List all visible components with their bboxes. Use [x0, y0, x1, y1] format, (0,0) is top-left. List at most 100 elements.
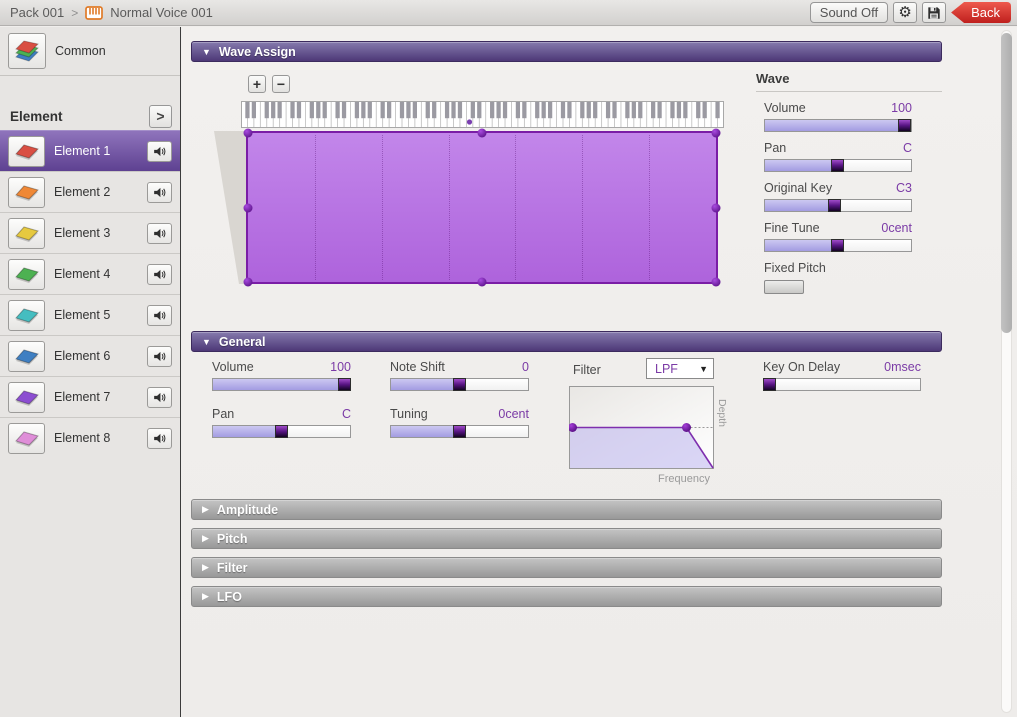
- back-button[interactable]: Back: [951, 2, 1011, 23]
- collapsed-section-bar[interactable]: ▶ Amplitude: [191, 499, 942, 520]
- slider-handle[interactable]: [453, 425, 466, 438]
- slider-handle[interactable]: [275, 425, 288, 438]
- zone-handle[interactable]: [244, 278, 253, 287]
- element-layer-icon[interactable]: [8, 300, 45, 331]
- speaker-button[interactable]: [147, 264, 172, 285]
- key-velocity-zone[interactable]: [246, 131, 718, 284]
- breadcrumb-pack[interactable]: Pack 001: [10, 5, 64, 20]
- save-icon: [927, 6, 941, 20]
- zone-handle[interactable]: [244, 203, 253, 212]
- speaker-button[interactable]: [147, 346, 172, 367]
- speaker-button[interactable]: [147, 141, 172, 162]
- element-layer-icon[interactable]: [8, 177, 45, 208]
- collapsed-section-bar[interactable]: ▶ LFO: [191, 586, 942, 607]
- sidebar-item-common[interactable]: Common: [0, 27, 180, 75]
- sidebar-item-element[interactable]: Element 5: [0, 294, 180, 335]
- element-layer-icon[interactable]: [8, 218, 45, 249]
- element-label: Element 6: [54, 349, 138, 363]
- zone-handle[interactable]: [478, 278, 487, 287]
- zone-handle[interactable]: [712, 129, 721, 138]
- common-label: Common: [55, 44, 180, 58]
- param-slider[interactable]: [764, 199, 912, 212]
- sidebar-item-element[interactable]: Element 7: [0, 376, 180, 417]
- slider-handle[interactable]: [831, 159, 844, 172]
- element-layer-icon[interactable]: [8, 341, 45, 372]
- breadcrumb-voice-name: Normal Voice 001: [110, 5, 213, 20]
- keyboard-voice-icon: [85, 6, 103, 20]
- collapse-closed-icon: ▶: [202, 591, 209, 602]
- slider-handle[interactable]: [453, 378, 466, 391]
- sidebar-item-element[interactable]: Element 3: [0, 212, 180, 253]
- collapsed-section-bar[interactable]: ▶ Pitch: [191, 528, 942, 549]
- element-layer-icon[interactable]: [8, 423, 45, 454]
- note-shift-slider[interactable]: [390, 378, 529, 391]
- speaker-button[interactable]: [147, 223, 172, 244]
- speaker-button[interactable]: [147, 428, 172, 449]
- chevron-down-icon: ▼: [699, 364, 708, 374]
- element-header-label: Element: [10, 109, 63, 124]
- sidebar-item-element[interactable]: Element 1: [0, 130, 180, 171]
- section-bar-wave-assign[interactable]: ▼ Wave Assign: [191, 41, 942, 62]
- sidebar-divider: [0, 75, 180, 76]
- sidebar-item-element[interactable]: Element 4: [0, 253, 180, 294]
- speaker-button[interactable]: [147, 182, 172, 203]
- general-tuning: Tuning 0cent: [390, 407, 529, 438]
- zoom-out-button[interactable]: −: [272, 75, 290, 93]
- speaker-icon: [152, 185, 168, 200]
- element-label: Element 5: [54, 308, 138, 322]
- sound-off-button[interactable]: Sound Off: [810, 2, 888, 23]
- zone-handle[interactable]: [244, 129, 253, 138]
- pan-slider[interactable]: [212, 425, 351, 438]
- zone-handle[interactable]: [478, 129, 487, 138]
- scrollbar-thumb[interactable]: [1001, 33, 1012, 333]
- slider-handle[interactable]: [828, 199, 841, 212]
- collapse-closed-icon: ▶: [202, 562, 209, 573]
- param-label: Note Shift: [390, 360, 445, 374]
- speaker-button[interactable]: [147, 387, 172, 408]
- element-expand-button[interactable]: >: [149, 105, 172, 128]
- section-bar-general[interactable]: ▼ General: [191, 331, 942, 352]
- element-layer-icon[interactable]: [8, 259, 45, 290]
- filter-response-graph[interactable]: [569, 386, 714, 469]
- sidebar-item-element[interactable]: Element 2: [0, 171, 180, 212]
- param-slider[interactable]: [764, 159, 912, 172]
- sidebar-item-element[interactable]: Element 6: [0, 335, 180, 376]
- param-label: Fine Tune: [764, 221, 820, 235]
- speaker-icon: [152, 226, 168, 241]
- param-slider[interactable]: [764, 119, 912, 132]
- minus-icon: −: [277, 76, 285, 92]
- fixed-pitch-toggle[interactable]: [764, 280, 804, 294]
- collapsed-section-bar[interactable]: ▶ Filter: [191, 557, 942, 578]
- common-layers-icon[interactable]: [8, 33, 46, 69]
- general-key-on-delay: Key On Delay 0msec: [763, 360, 921, 391]
- settings-button[interactable]: ⚙: [893, 2, 917, 23]
- zone-handle[interactable]: [712, 203, 721, 212]
- element-list: Element 1: [0, 130, 180, 458]
- zone-gridline: [649, 135, 650, 280]
- slider-handle[interactable]: [831, 239, 844, 252]
- element-label: Element 2: [54, 185, 138, 199]
- param-slider[interactable]: [764, 239, 912, 252]
- zoom-in-button[interactable]: +: [248, 75, 266, 93]
- save-button[interactable]: [922, 2, 946, 23]
- element-layer-icon[interactable]: [8, 382, 45, 413]
- breadcrumb-separator-icon: >: [71, 6, 78, 20]
- sidebar: Common Element > Element 1: [0, 27, 181, 717]
- keyboard[interactable]: [241, 101, 724, 128]
- zone-handle[interactable]: [712, 278, 721, 287]
- param-value: C: [342, 407, 351, 421]
- slider-handle[interactable]: [898, 119, 911, 132]
- slider-handle[interactable]: [338, 378, 351, 391]
- collapse-open-icon: ▼: [202, 47, 211, 57]
- param-value: 0cent: [498, 407, 529, 421]
- sidebar-item-element[interactable]: Element 8: [0, 417, 180, 458]
- volume-slider[interactable]: [212, 378, 351, 391]
- tuning-slider[interactable]: [390, 425, 529, 438]
- slider-handle[interactable]: [763, 378, 776, 391]
- element-layer-icon[interactable]: [8, 136, 45, 167]
- param-label: Tuning: [390, 407, 428, 421]
- filter-type-dropdown[interactable]: LPF ▼: [646, 358, 714, 379]
- param-value: C3: [896, 181, 912, 195]
- speaker-button[interactable]: [147, 305, 172, 326]
- key-on-delay-slider[interactable]: [763, 378, 921, 391]
